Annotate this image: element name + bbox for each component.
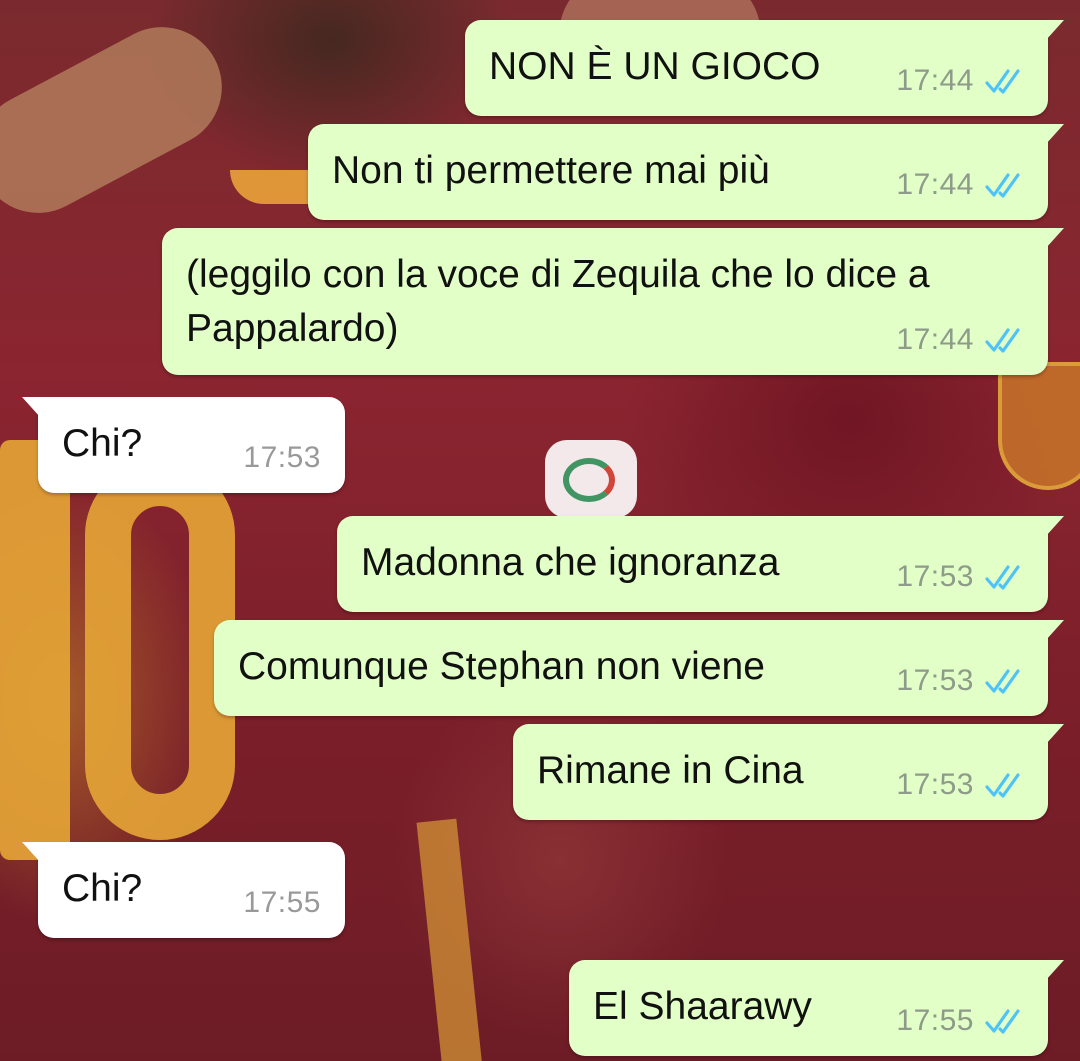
message-text: (leggilo con la voce di Zequila che lo d… <box>186 253 930 350</box>
message-text: Comunque Stephan non viene <box>238 645 765 688</box>
message-bubble-incoming[interactable]: Chi? 17:53 <box>22 397 345 493</box>
double-check-read-icon <box>985 669 1020 694</box>
message-meta: 17:55 <box>243 886 321 920</box>
message-text: Non ti permettere mai più <box>332 149 770 192</box>
message-timestamp: 17:55 <box>896 1004 974 1037</box>
message-bubble-outgoing[interactable]: Non ti permettere mai più 17:44 <box>308 124 1064 220</box>
double-check-read-icon <box>985 1009 1020 1034</box>
background-photo-number-one <box>0 440 70 860</box>
message-meta: 17:44 <box>896 323 1024 357</box>
message-text: Madonna che ignoranza <box>361 541 780 584</box>
double-check-read-icon <box>985 328 1020 353</box>
background-photo-league-patch <box>545 440 637 518</box>
message-meta: 17:55 <box>896 1004 1024 1038</box>
message-text: Chi? <box>62 867 143 910</box>
message-bubble-outgoing[interactable]: Rimane in Cina 17:53 <box>513 724 1064 820</box>
double-check-read-icon <box>985 69 1020 94</box>
double-check-read-icon <box>985 173 1020 198</box>
message-timestamp: 17:44 <box>896 323 974 356</box>
background-photo-stripe <box>416 818 484 1061</box>
message-bubble-outgoing[interactable]: NON È UN GIOCO 17:44 <box>465 20 1064 116</box>
double-check-read-icon <box>985 565 1020 590</box>
message-text: Chi? <box>62 422 143 465</box>
message-text: Rimane in Cina <box>537 749 804 792</box>
message-meta: 17:53 <box>896 560 1024 594</box>
background-photo-number-zero <box>85 460 235 840</box>
message-timestamp: 17:55 <box>243 886 321 919</box>
message-text: El Shaarawy <box>593 985 812 1028</box>
background-photo-club-crest <box>998 362 1080 490</box>
message-timestamp: 17:53 <box>896 768 974 801</box>
message-bubble-incoming[interactable]: Chi? 17:55 <box>22 842 345 938</box>
message-meta: 17:53 <box>243 441 321 475</box>
message-bubble-outgoing[interactable]: (leggilo con la voce di Zequila che lo d… <box>162 228 1064 375</box>
message-timestamp: 17:53 <box>896 664 974 697</box>
message-meta: 17:44 <box>896 64 1024 98</box>
background-photo-arm <box>0 5 243 235</box>
message-timestamp: 17:44 <box>896 64 974 97</box>
chat-background: NON È UN GIOCO 17:44 Non ti permettere m… <box>0 0 1080 1061</box>
message-timestamp: 17:53 <box>896 560 974 593</box>
message-bubble-outgoing[interactable]: Comunque Stephan non viene 17:53 <box>214 620 1064 716</box>
message-timestamp: 17:53 <box>243 441 321 474</box>
message-meta: 17:53 <box>896 768 1024 802</box>
message-bubble-outgoing[interactable]: Madonna che ignoranza 17:53 <box>337 516 1064 612</box>
double-check-read-icon <box>985 773 1020 798</box>
message-meta: 17:44 <box>896 168 1024 202</box>
message-timestamp: 17:44 <box>896 168 974 201</box>
message-bubble-outgoing[interactable]: El Shaarawy 17:55 <box>569 960 1064 1056</box>
message-text: NON È UN GIOCO <box>489 45 821 88</box>
message-meta: 17:53 <box>896 664 1024 698</box>
